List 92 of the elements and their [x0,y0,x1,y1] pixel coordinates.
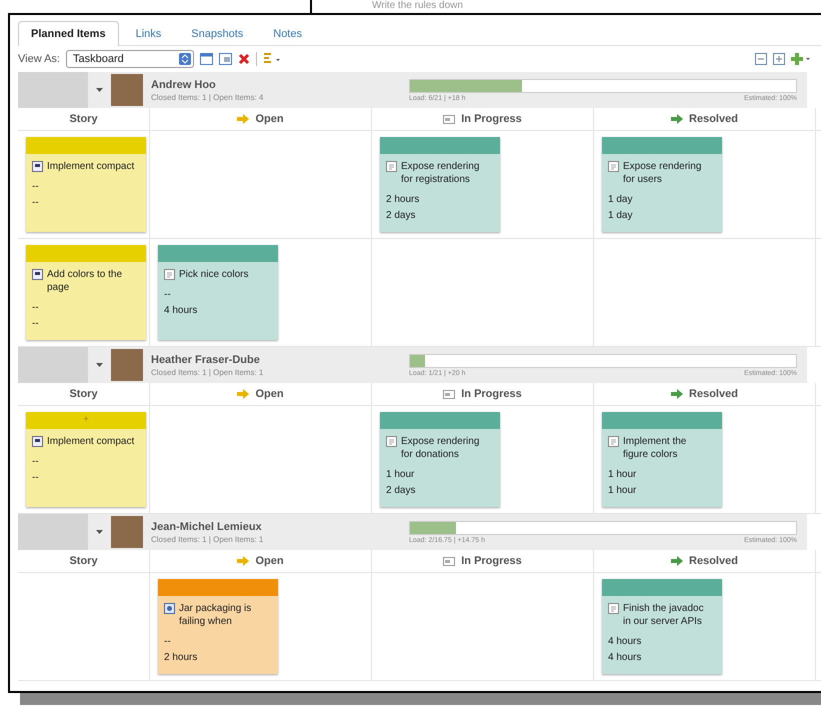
card-estimate: 4 hours [164,305,198,316]
card-estimate: 4 hours [608,636,642,647]
document-icon [386,436,397,447]
story-icon [32,161,43,172]
document-icon [164,269,175,280]
arrow-icon [237,114,250,124]
card-title: Finish the javadoc in our server APIs [623,602,705,628]
card-estimate: -- [32,181,40,192]
avatar-photo [111,516,143,548]
card-estimate: 1 hour [386,469,416,480]
caret-icon[interactable] [96,88,103,92]
tab[interactable]: Planned Items [18,21,119,46]
card-estimate: -- [32,302,40,313]
defect-icon [164,603,175,614]
owner-name: Jean-Michel Lemieux [151,520,263,532]
card-estimate: -- [32,318,40,329]
story-icon [32,269,43,280]
document-icon [608,436,619,447]
filter-icon[interactable] [263,53,281,65]
card-title: Implement the figure colors [623,435,688,461]
card-estimate: -- [32,472,40,483]
column-header: Story [18,108,150,130]
progress-icon [443,114,456,124]
view-as-label: View As: [18,53,60,65]
card-title: Implement compact [47,160,134,173]
card-estimate: 1 hour [608,469,638,480]
caret-icon[interactable] [96,363,103,367]
story-icon [32,436,43,447]
document-icon [608,161,619,172]
add-icon[interactable] [791,53,811,65]
card-estimate: -- [164,636,172,647]
arrow-icon [671,556,684,566]
progress-icon [443,390,456,398]
card-estimate: 2 days [386,485,416,496]
arrow-icon [671,389,684,399]
document-icon [386,161,397,172]
column-header: In Progress [372,108,594,130]
blank-block [18,347,88,383]
view-select[interactable]: Taskboard [66,50,194,68]
card-title: Pick nice colors [179,268,248,281]
arrow-icon [671,114,684,124]
column-header: Story [18,550,150,572]
column-header: Story [18,383,150,405]
collapse-icon[interactable] [755,53,767,65]
document-icon [608,603,619,614]
tab[interactable]: Notes [260,21,315,45]
tab[interactable]: Snapshots [178,21,256,45]
background-text: Write the rules down [372,0,463,12]
card-title: Expose rendering for users [623,160,702,186]
column-header: Resolved [594,383,816,405]
card-title: Expose rendering for donations [401,435,480,461]
owner-name: Andrew Hoo [151,78,217,90]
expand-icon[interactable] [773,53,785,65]
column-header: In Progress [372,383,594,405]
card-estimate: 2 hours [164,652,198,663]
card-estimate: 1 day [608,210,634,221]
blank-block [18,72,88,108]
blank-block [18,514,88,550]
column-header: In Progress [372,550,594,572]
caret-icon[interactable] [96,530,103,534]
column-header: Resolved [594,108,816,130]
card-estimate: -- [164,289,172,300]
progress-icon [443,556,456,566]
card-title: Expose rendering for registrations [401,160,480,186]
card-estimate: -- [32,197,40,208]
card-title: Implement compact [47,435,134,448]
column-header: Open [150,550,372,572]
column-header: Open [150,108,372,130]
card-title: Add colors to the page [47,268,124,294]
card-title: Jar packaging is failing when [179,602,252,628]
avatar-photo [111,74,143,106]
column-header: Open [150,383,372,405]
column-header: Resolved [594,550,816,572]
delete-icon[interactable] [238,53,250,65]
owner-name: Heather Fraser-Dube [151,354,261,366]
card-header: + [26,412,146,429]
tab[interactable]: Links [122,21,174,45]
spinner-icon[interactable] [179,53,191,65]
card-estimate: -- [32,456,40,467]
item-summary: Closed Items: 1 | Open Items: 1 [151,534,264,544]
card-estimate: 2 days [386,210,416,221]
avatar-photo [111,349,143,381]
calendar-icon[interactable] [200,53,213,65]
item-summary: Closed Items: 1 | Open Items: 1 [151,368,264,376]
card-estimate: 2 hours [386,194,420,205]
item-summary: Closed Items: 1 | Open Items: 4 [151,92,264,102]
arrow-icon [237,389,250,399]
card-estimate: 1 day [608,194,634,205]
card-estimate: 1 hour [608,485,638,496]
window-icon[interactable] [219,53,232,65]
card-estimate: 4 hours [608,652,642,663]
arrow-icon [237,556,250,566]
